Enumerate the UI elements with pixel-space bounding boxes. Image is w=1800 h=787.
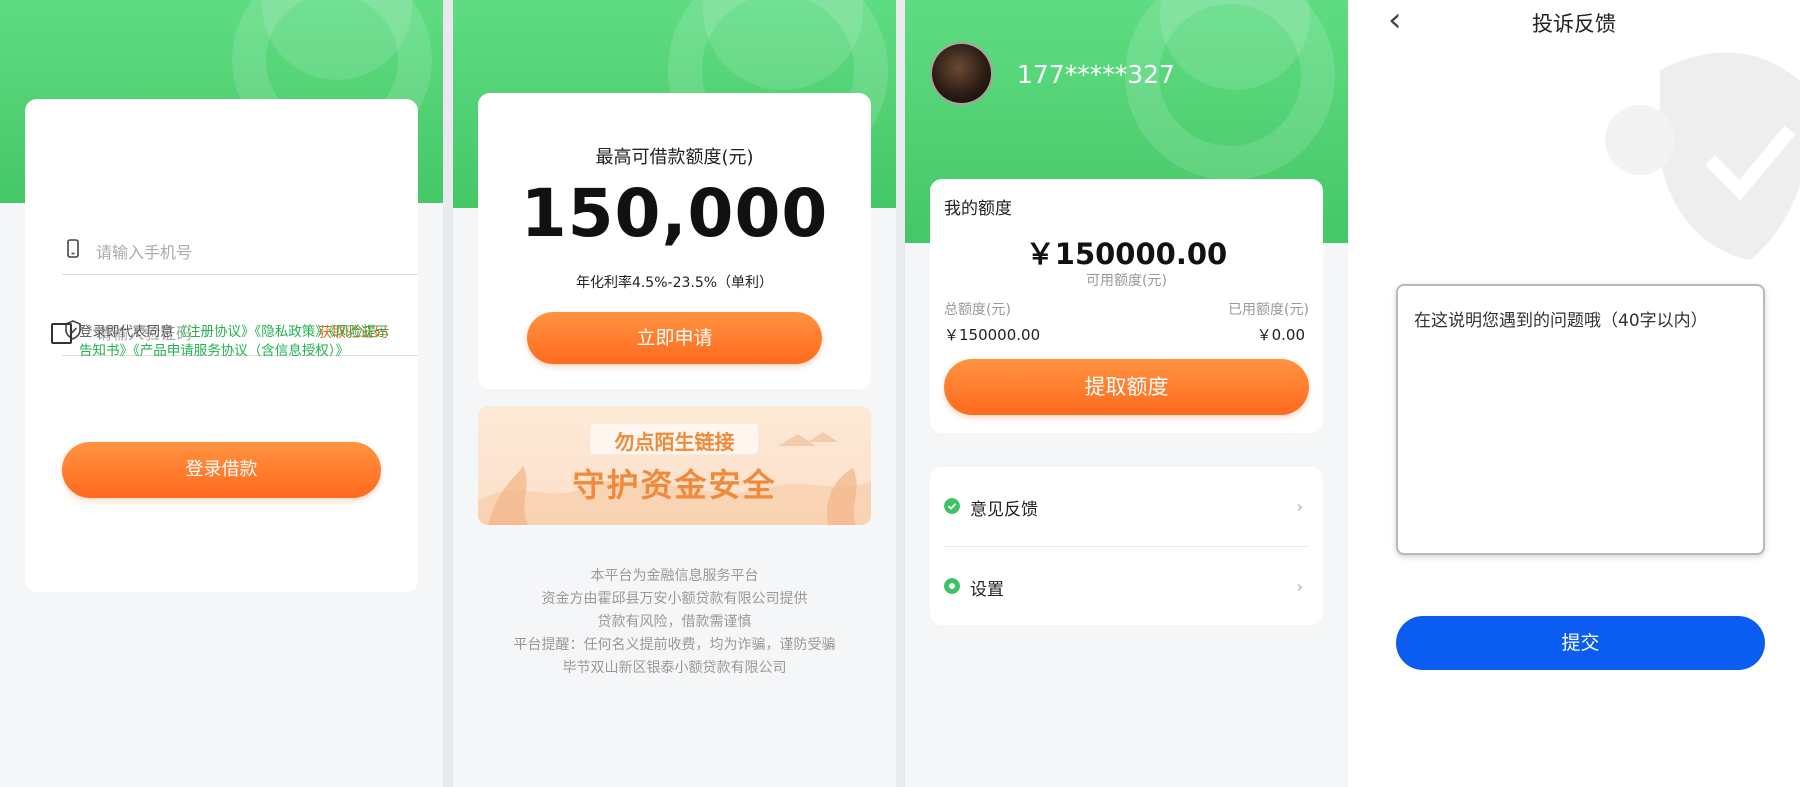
total-label: 总额度(元) bbox=[944, 302, 1011, 318]
quota-card: 我的额度 ￥150000.00 可用额度(元) 总额度(元) ￥150000.0… bbox=[930, 179, 1323, 433]
gear-icon bbox=[944, 578, 960, 594]
phone-field[interactable]: 请输入手机号 bbox=[62, 215, 418, 275]
interest-rate: 年化利率4.5%-23.5%（单利） bbox=[575, 275, 774, 291]
used-value: ￥0.00 bbox=[1256, 326, 1305, 344]
disclaimer-line: 贷款有风险，借款需谨慎 bbox=[597, 614, 752, 630]
account-screen: 177*****327 我的额度 ￥150000.00 可用额度(元) 总额度(… bbox=[905, 0, 1348, 787]
check-circle-icon bbox=[944, 498, 960, 514]
phone-icon bbox=[67, 239, 79, 258]
agree-checkbox[interactable] bbox=[51, 323, 72, 344]
total-value: ￥150000.00 bbox=[944, 326, 1041, 344]
login-screen: 请输入手机号 请输入验证码 获取验证码 登录即代表同意《注册协议》《隐私政策》《… bbox=[0, 0, 443, 787]
disclaimer-line: 平台提醒：任何名义提前收费，均为诈骗，谨防受骗 bbox=[513, 637, 836, 653]
disclaimer-line: 本平台为金融信息服务平台 bbox=[590, 568, 759, 584]
feedback-textarea[interactable]: 在这说明您遇到的问题哦（40字以内） bbox=[1396, 284, 1765, 555]
disclaimer-line: 资金方由霍邱县万安小额贷款有限公司提供 bbox=[541, 591, 808, 607]
apply-button[interactable]: 立即申请 bbox=[527, 312, 822, 364]
loan-limit-label: 最高可借款额度(元) bbox=[595, 147, 754, 168]
login-card: 请输入手机号 请输入验证码 获取验证码 登录即代表同意《注册协议》《隐私政策》《… bbox=[25, 99, 418, 592]
banner-line2: 守护资金安全 bbox=[572, 466, 777, 504]
available-label: 可用额度(元) bbox=[1086, 273, 1167, 289]
loan-limit-amount: 150,000 bbox=[520, 175, 829, 252]
user-phone: 177*****327 bbox=[1017, 60, 1175, 89]
feedback-placeholder: 在这说明您遇到的问题哦（40字以内） bbox=[1414, 311, 1708, 331]
feedback-screen: ‹ 投诉反馈 在这说明您遇到的问题哦（40字以内） 提交 bbox=[1348, 0, 1800, 787]
login-button[interactable]: 登录借款 bbox=[62, 442, 381, 498]
available-amount: ￥150000.00 bbox=[1025, 237, 1228, 271]
submit-button[interactable]: 提交 bbox=[1396, 616, 1765, 670]
menu-item-settings[interactable]: 设置 › bbox=[930, 547, 1323, 627]
menu-card: 意见反馈 › 设置 › bbox=[930, 467, 1323, 625]
withdraw-button[interactable]: 提取额度 bbox=[944, 359, 1309, 415]
page-title: 投诉反馈 bbox=[1532, 12, 1616, 36]
banner-line1: 勿点陌生链接 bbox=[614, 430, 735, 454]
menu-item-feedback[interactable]: 意见反馈 › bbox=[930, 467, 1323, 547]
avatar[interactable] bbox=[930, 42, 993, 105]
menu-label: 意见反馈 bbox=[970, 500, 1038, 520]
watermark-shield-icon bbox=[1605, 52, 1800, 260]
quota-title: 我的额度 bbox=[944, 199, 1012, 219]
chevron-right-icon: › bbox=[1296, 577, 1303, 596]
menu-label: 设置 bbox=[970, 580, 1004, 600]
agreement-prefix: 登录即代表同意 bbox=[79, 324, 174, 340]
loan-offer-screen: 最高可借款额度(元) 150,000 年化利率4.5%-23.5%（单利） 立即… bbox=[453, 0, 896, 787]
loan-card: 最高可借款额度(元) 150,000 年化利率4.5%-23.5%（单利） 立即… bbox=[478, 93, 871, 389]
disclaimer: 本平台为金融信息服务平台 资金方由霍邱县万安小额贷款有限公司提供 贷款有风险，借… bbox=[453, 565, 896, 680]
agreement-text: 登录即代表同意《注册协议》《隐私政策》《风险提示告知书》《产品申请服务协议（含信… bbox=[79, 323, 399, 361]
disclaimer-line: 毕节双山新区银泰小额贷款有限公司 bbox=[562, 660, 787, 676]
phone-input[interactable]: 请输入手机号 bbox=[96, 239, 192, 263]
chevron-right-icon: › bbox=[1296, 497, 1303, 516]
safety-banner[interactable]: 勿点陌生链接 守护资金安全 bbox=[478, 406, 871, 525]
used-label: 已用额度(元) bbox=[1228, 302, 1309, 318]
